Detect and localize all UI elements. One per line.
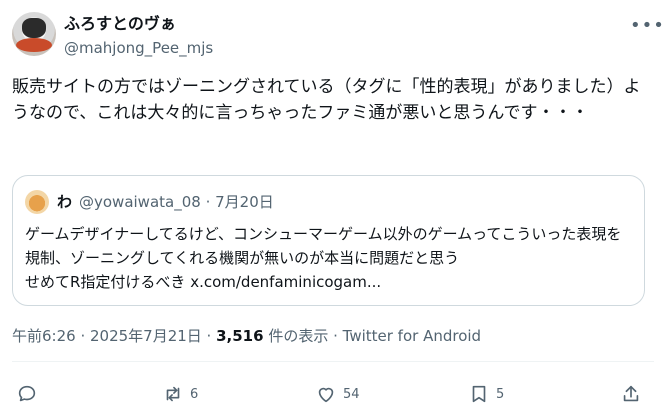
reply-icon bbox=[18, 385, 36, 402]
view-label: 件の表示 · Twitter for Android bbox=[263, 327, 482, 345]
heart-icon bbox=[318, 387, 334, 403]
share-icon bbox=[623, 385, 639, 402]
reply-button[interactable] bbox=[16, 380, 38, 408]
divider bbox=[12, 361, 654, 362]
bookmark-count: 5 bbox=[496, 386, 505, 402]
retweet-icon bbox=[166, 386, 180, 402]
avatar-dish bbox=[16, 38, 52, 52]
bookmark-button[interactable]: 5 bbox=[468, 380, 504, 408]
share-button[interactable] bbox=[620, 380, 642, 408]
more-options-icon[interactable]: ••• bbox=[630, 16, 664, 36]
action-bar: 6 54 5 bbox=[0, 380, 666, 408]
like-count: 54 bbox=[343, 386, 360, 402]
retweet-count: 6 bbox=[190, 386, 199, 402]
avatar-face bbox=[22, 18, 46, 38]
quoted-author-meta: @yowaiwata_08 · 7月20日 bbox=[79, 193, 274, 211]
quoted-author-name[interactable]: わ bbox=[57, 192, 72, 212]
tweet-header: ふろすとのヴぁ @mahjong_Pee_mjs ••• bbox=[12, 12, 664, 62]
quoted-author-avatar[interactable] bbox=[25, 190, 49, 214]
author-avatar[interactable] bbox=[12, 12, 56, 56]
view-count: 3,516 bbox=[216, 327, 264, 345]
bookmark-icon bbox=[472, 385, 486, 403]
author-handle[interactable]: @mahjong_Pee_mjs bbox=[64, 38, 213, 58]
quoted-tweet-text: ゲームデザイナーしてるけど、コンシューマーゲーム以外のゲームってこういった表現を… bbox=[25, 225, 622, 291]
tweet-meta: 午前6:26 · 2025年7月21日 · 3,516 件の表示 · Twitt… bbox=[12, 326, 481, 346]
like-button[interactable]: 54 bbox=[315, 380, 360, 408]
tweet-text: 販売サイトの方ではゾーニングされている（タグに「性的表現」がありました）ようなの… bbox=[12, 77, 641, 123]
retweet-button[interactable]: 6 bbox=[162, 380, 198, 408]
author-name[interactable]: ふろすとのヴぁ bbox=[64, 14, 176, 34]
tweet-timestamp[interactable]: 午前6:26 · 2025年7月21日 · bbox=[12, 327, 216, 345]
quoted-tweet[interactable]: わ @yowaiwata_08 · 7月20日 ゲームデザイナーしてるけど、コン… bbox=[12, 175, 645, 306]
